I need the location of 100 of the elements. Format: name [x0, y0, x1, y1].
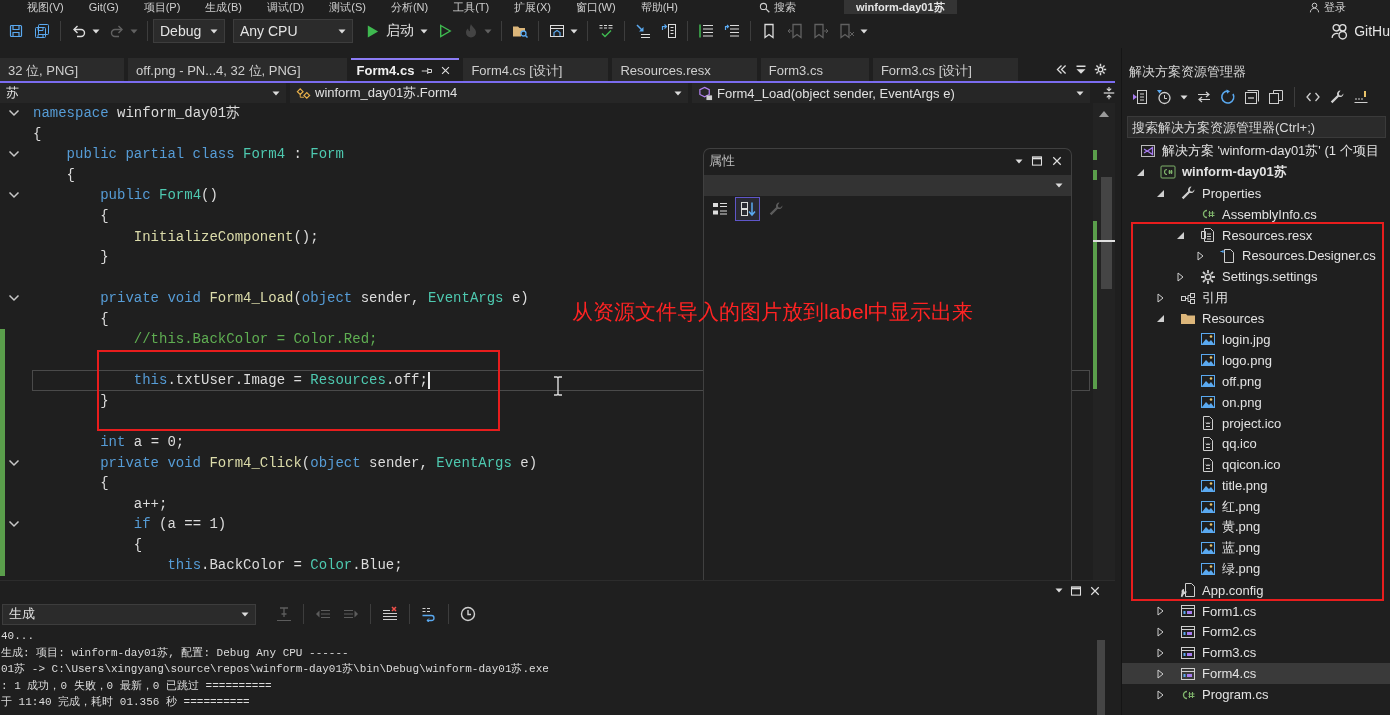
menu-item[interactable]: 项目(P) [143, 0, 181, 14]
tree-item[interactable]: 解决方案 'winform-day01苏' (1 个项目 [1122, 141, 1390, 162]
tab-list-caret-icon[interactable] [1075, 63, 1087, 76]
collapsed-arrow-icon[interactable] [1176, 271, 1184, 282]
menu-item[interactable]: 分析(N) [390, 0, 429, 14]
save-icon[interactable] [8, 23, 24, 39]
window-menu-caret-icon[interactable] [1055, 588, 1063, 593]
browser-window-icon[interactable] [549, 23, 565, 39]
menu-item[interactable]: 测试(S) [329, 0, 366, 14]
editor-tab[interactable]: Form3.cs [760, 58, 869, 81]
window-menu-caret-icon[interactable] [1015, 158, 1023, 164]
editor-tab[interactable]: Resources.resx [612, 58, 757, 81]
copy-icon[interactable] [1268, 89, 1284, 105]
bookmark-icon[interactable] [761, 23, 777, 39]
platform-dropdown[interactable]: Any CPU [233, 19, 353, 43]
output-source-dropdown[interactable]: 生成 [2, 603, 256, 625]
wrench-icon[interactable] [1329, 89, 1345, 105]
caret-icon[interactable] [860, 28, 868, 34]
tree-item[interactable]: Resources.Designer.cs [1122, 245, 1390, 267]
menu-item[interactable]: Git(G) [88, 0, 119, 14]
tree-item[interactable]: Settings.settings [1122, 266, 1390, 288]
editor-tab[interactable]: 32 位, PNG] [0, 58, 125, 81]
tree-item[interactable]: 红.png [1122, 496, 1390, 518]
maximize-icon[interactable] [1031, 155, 1043, 167]
sync-arrows-icon[interactable] [1196, 89, 1212, 105]
vertical-scrollbar[interactable] [1093, 103, 1115, 580]
scrollbar-thumb[interactable] [1101, 177, 1112, 289]
tree-item[interactable]: Form3.cs [1122, 642, 1390, 664]
refresh-icon[interactable] [1220, 89, 1236, 105]
collapsed-arrow-icon[interactable] [1196, 250, 1204, 261]
tree-item[interactable]: 黄.png [1122, 517, 1390, 538]
clear-all-icon[interactable] [382, 606, 398, 622]
editor-tab[interactable]: Form3.cs [设计] [872, 58, 1018, 81]
collapse-all-icon[interactable] [1244, 89, 1260, 105]
double-chevron-left-icon[interactable] [1055, 63, 1068, 76]
undo-icon[interactable] [71, 23, 87, 39]
type-dropdown[interactable]: winform_day01苏.Form4 [290, 83, 688, 103]
comment-lines-icon[interactable] [698, 23, 714, 39]
word-wrap-icon[interactable] [421, 606, 437, 622]
expanded-arrow-icon[interactable] [1155, 314, 1165, 324]
tree-item[interactable]: Properties [1122, 182, 1390, 204]
search-button[interactable]: 搜索 [758, 0, 796, 14]
expanded-arrow-icon[interactable] [1155, 188, 1165, 198]
spellcheck-icon[interactable] [598, 23, 614, 39]
close-icon[interactable] [1051, 155, 1063, 167]
close-icon[interactable] [440, 65, 452, 76]
menu-item[interactable]: 工具(T) [453, 0, 490, 14]
clock-icon[interactable] [460, 606, 476, 622]
tree-item[interactable]: Resources [1122, 308, 1390, 329]
menu-item[interactable]: 扩展(X) [514, 0, 551, 14]
tree-item[interactable]: Resources.resx [1122, 224, 1390, 246]
play-outline-icon[interactable] [437, 23, 453, 39]
menu-item[interactable]: 帮助(H) [640, 0, 678, 14]
configuration-dropdown[interactable]: Debug [153, 19, 225, 43]
editor-tab[interactable]: Form4.cs [设计] [463, 58, 609, 81]
tree-item[interactable]: 引用 [1122, 287, 1390, 309]
maximize-icon[interactable] [1070, 584, 1082, 597]
split-view-icon[interactable] [1102, 86, 1116, 100]
menu-item[interactable]: 生成(B) [205, 0, 242, 14]
menu-item[interactable]: 调试(D) [266, 0, 305, 14]
caret-icon[interactable] [570, 28, 578, 34]
alphabetical-button[interactable] [735, 197, 760, 221]
tree-item[interactable]: qq.ico [1122, 433, 1390, 455]
tree-item[interactable]: login.jpg [1122, 329, 1390, 350]
scroll-up-arrow-icon[interactable] [1099, 111, 1109, 117]
tree-item[interactable]: AssemblyInfo.cs [1122, 203, 1390, 225]
collapsed-arrow-icon[interactable] [1156, 626, 1164, 637]
step-arrow-icon[interactable] [635, 23, 651, 39]
expanded-arrow-icon[interactable] [1175, 230, 1185, 240]
tree-item[interactable]: 绿.png [1122, 558, 1390, 580]
tree-item[interactable]: logo.png [1122, 349, 1390, 371]
tree-item[interactable]: title.png [1122, 475, 1390, 497]
project-dropdown[interactable]: 苏 [0, 83, 286, 103]
save-all-icon[interactable] [34, 23, 50, 39]
collapsed-arrow-icon[interactable] [1156, 647, 1164, 658]
scrollbar-thumb[interactable] [1097, 640, 1105, 715]
tree-item[interactable]: on.png [1122, 391, 1390, 413]
settings-icon[interactable] [1094, 63, 1107, 76]
tree-item[interactable]: App.config [1122, 579, 1390, 601]
github-button[interactable]: GitHu [1331, 22, 1390, 40]
panel-list-icon[interactable] [661, 23, 677, 39]
menu-item[interactable]: 视图(V) [27, 0, 64, 14]
tree-item[interactable]: winform-day01苏 [1122, 161, 1390, 183]
tree-item[interactable]: Form4.cs [1122, 663, 1390, 685]
collapsed-arrow-icon[interactable] [1156, 606, 1164, 617]
tree-item[interactable]: project.ico [1122, 412, 1390, 434]
collapsed-arrow-icon[interactable] [1156, 689, 1164, 700]
uncomment-lines-icon[interactable] [724, 23, 740, 39]
tree-item[interactable]: qqicon.ico [1122, 454, 1390, 476]
close-icon[interactable] [1089, 584, 1101, 597]
expanded-arrow-icon[interactable] [1135, 167, 1145, 177]
caret-icon[interactable] [92, 28, 100, 34]
editor-tab[interactable]: off.png - PN...4, 32 位, PNG] [128, 58, 347, 81]
member-dropdown[interactable]: Form4_Load(object sender, EventArgs e) [692, 83, 1090, 103]
tree-item[interactable]: off.png [1122, 370, 1390, 392]
menu-item[interactable]: 窗口(W) [575, 0, 616, 14]
tree-item[interactable]: Program.cs [1122, 684, 1390, 706]
tree-item[interactable]: 蓝.png [1122, 537, 1390, 559]
start-button[interactable]: 启动 [361, 19, 432, 43]
collapsed-arrow-icon[interactable] [1156, 668, 1164, 679]
